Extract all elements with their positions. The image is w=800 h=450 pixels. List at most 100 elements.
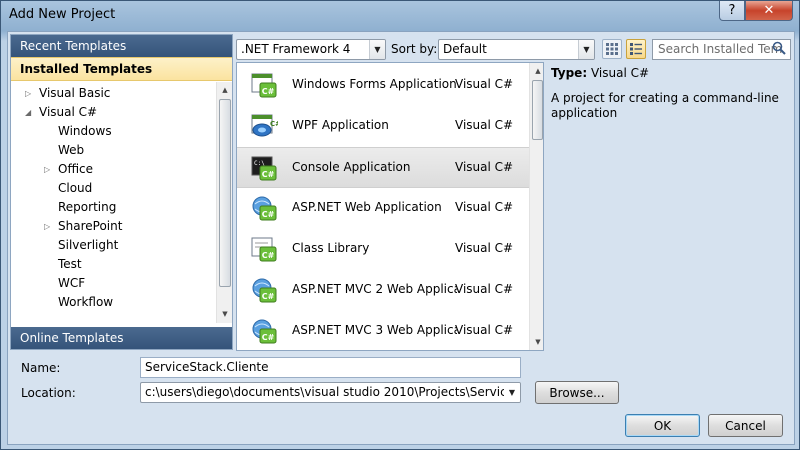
location-label: Location:: [21, 386, 76, 400]
framework-value: .NET Framework 4: [241, 42, 351, 56]
search-installed-templates-input[interactable]: Search Installed Tem: [652, 39, 791, 60]
tree-item-label: Workflow: [58, 295, 114, 309]
template-name: ASP.NET MVC 2 Web Applica...: [292, 282, 457, 296]
class-library-icon: C#: [251, 237, 277, 262]
close-button[interactable]: ✕: [745, 1, 793, 21]
scroll-up-icon[interactable]: ▲: [217, 82, 233, 98]
tree-scrollbar[interactable]: ▲ ▼: [216, 82, 232, 323]
template-description-panel: Type: Visual C# A project for creating a…: [551, 66, 791, 121]
expand-arrow-icon[interactable]: ▷: [25, 84, 31, 103]
template-language: Visual C#: [455, 241, 514, 255]
svg-text:C#: C#: [262, 333, 275, 342]
template-name: WPF Application: [292, 118, 389, 132]
grid-view-icon: [606, 43, 618, 55]
template-list: C# Windows Forms Application Visual C# C…: [236, 62, 544, 351]
type-label: Type:: [551, 66, 588, 80]
scroll-down-icon[interactable]: ▼: [217, 306, 233, 322]
tree-item-label: SharePoint: [58, 219, 123, 233]
tree-item-label: Windows: [58, 124, 112, 138]
template-name: ASP.NET MVC 3 Web Applica...: [292, 323, 457, 337]
chevron-down-icon: ▼: [578, 40, 594, 59]
template-name: Class Library: [292, 241, 370, 255]
collapse-arrow-icon[interactable]: ◢: [25, 103, 31, 122]
scroll-thumb[interactable]: [532, 80, 543, 140]
dialog-client-area: Recent Templates Installed Templates ▷ V…: [7, 31, 795, 445]
template-tree: ▷ Visual Basic ◢ Visual C# Windows Web ▷…: [11, 82, 216, 322]
tree-item-label: Office: [58, 162, 94, 176]
tree-item-workflow[interactable]: Workflow: [58, 293, 113, 312]
tree-item-label: Visual Basic: [39, 86, 111, 100]
scroll-thumb[interactable]: [219, 99, 231, 287]
tree-item-label: Cloud: [58, 181, 93, 195]
tree-item-cloud[interactable]: Cloud: [58, 179, 92, 198]
tree-item-visual-basic[interactable]: ▷ Visual Basic: [25, 84, 111, 103]
window-title: Add New Project: [9, 7, 116, 22]
tree-item-visual-csharp[interactable]: ◢ Visual C#: [25, 103, 98, 122]
online-templates-header[interactable]: Online Templates: [11, 327, 232, 349]
cancel-button[interactable]: Cancel: [708, 414, 783, 437]
chevron-down-icon: ▼: [504, 383, 520, 402]
tree-item-label: Reporting: [58, 200, 117, 214]
template-list-scrollbar[interactable]: ▲ ▼: [529, 63, 543, 350]
tree-item-label: Silverlight: [58, 238, 119, 252]
template-language: Visual C#: [455, 282, 514, 296]
template-item-wpf[interactable]: C# WPF Application Visual C#: [237, 106, 529, 147]
svg-text:C#: C#: [270, 120, 278, 128]
tree-item-sharepoint[interactable]: ▷ SharePoint: [44, 217, 123, 236]
aspnet-icon: C#: [252, 196, 277, 221]
location-dropdown[interactable]: c:\users\diego\documents\visual studio 2…: [140, 382, 521, 403]
expand-arrow-icon[interactable]: ▷: [44, 160, 50, 179]
expand-arrow-icon[interactable]: ▷: [44, 217, 50, 236]
windows-forms-icon: C#: [251, 73, 277, 98]
template-item-windows-forms[interactable]: C# Windows Forms Application Visual C#: [237, 65, 529, 106]
sort-by-dropdown[interactable]: Default ▼: [438, 39, 595, 60]
template-language: Visual C#: [455, 200, 514, 214]
project-name-input[interactable]: ServiceStack.Cliente: [140, 357, 521, 378]
search-icon[interactable]: [772, 41, 788, 57]
template-language: Visual C#: [455, 160, 514, 174]
tree-item-office[interactable]: ▷ Office: [44, 160, 94, 179]
description-text: A project for creating a command-line ap…: [551, 91, 779, 120]
tree-item-label: Test: [58, 257, 82, 271]
list-view-icon: [630, 43, 642, 55]
framework-dropdown[interactable]: .NET Framework 4 ▼: [236, 39, 386, 60]
aspnet-mvc-icon: C#: [252, 278, 277, 303]
svg-text:C#: C#: [262, 87, 275, 96]
wpf-icon: C#: [251, 114, 278, 137]
tree-item-label: Visual C#: [39, 105, 98, 119]
name-label: Name:: [21, 361, 61, 375]
installed-templates-header[interactable]: Installed Templates: [11, 57, 232, 81]
tree-item-label: WCF: [58, 276, 86, 290]
tree-item-reporting[interactable]: Reporting: [58, 198, 116, 217]
svg-text:C#: C#: [262, 251, 275, 260]
tree-item-web[interactable]: Web: [58, 141, 84, 160]
template-item-console[interactable]: C:\ C# Console Application Visual C#: [237, 147, 529, 188]
sort-by-label: Sort by:: [391, 42, 438, 56]
template-language: Visual C#: [455, 323, 514, 337]
template-name: ASP.NET Web Application: [292, 200, 442, 214]
title-bar[interactable]: Add New Project ? ✕: [1, 1, 799, 31]
tree-item-wcf[interactable]: WCF: [58, 274, 85, 293]
location-value: c:\users\diego\documents\visual studio 2…: [145, 385, 521, 399]
medium-icons-view-button[interactable]: [626, 39, 646, 59]
svg-text:C#: C#: [262, 170, 275, 179]
template-item-aspnet-mvc3[interactable]: C# ASP.NET MVC 3 Web Applica... Visual C…: [237, 311, 529, 350]
scroll-down-icon[interactable]: ▼: [530, 334, 543, 350]
template-categories-pane: Recent Templates Installed Templates ▷ V…: [10, 34, 233, 350]
svg-text:C#: C#: [262, 292, 275, 301]
tree-item-test[interactable]: Test: [58, 255, 82, 274]
tree-item-windows[interactable]: Windows: [58, 122, 112, 141]
template-item-class-library[interactable]: C# Class Library Visual C#: [237, 229, 529, 270]
recent-templates-header[interactable]: Recent Templates: [11, 35, 232, 57]
tree-item-silverlight[interactable]: Silverlight: [58, 236, 118, 255]
browse-button[interactable]: Browse...: [535, 381, 619, 404]
small-icons-view-button[interactable]: [602, 39, 622, 59]
help-button[interactable]: ?: [719, 1, 745, 21]
template-language: Visual C#: [455, 77, 514, 91]
template-item-aspnet-web[interactable]: C# ASP.NET Web Application Visual C#: [237, 188, 529, 229]
template-item-aspnet-mvc2[interactable]: C# ASP.NET MVC 2 Web Applica... Visual C…: [237, 270, 529, 311]
aspnet-mvc-icon: C#: [252, 319, 277, 344]
ok-button[interactable]: OK: [625, 414, 700, 437]
scroll-up-icon[interactable]: ▲: [530, 63, 543, 79]
search-placeholder: Search Installed Tem: [658, 42, 783, 56]
